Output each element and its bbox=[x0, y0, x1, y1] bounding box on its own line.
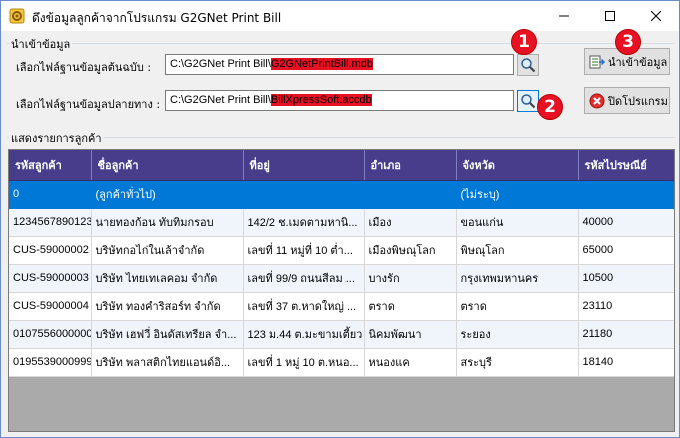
cell-district[interactable]: หนองแค bbox=[364, 348, 457, 377]
dest-path-prefix: C:\G2GNet Print Bill bbox=[170, 94, 268, 106]
column-header-address[interactable]: ที่อยู่ bbox=[243, 150, 365, 181]
cell-address[interactable] bbox=[243, 180, 365, 209]
cell-address[interactable]: 123 ม.44 ต.มะขามเตี้ยว bbox=[243, 320, 365, 349]
dest-file-label: เลือกไฟล์ฐานข้อมูลปลายทาง : bbox=[16, 98, 161, 111]
cell-customer-code[interactable]: 0107556000000 bbox=[9, 320, 92, 349]
minimize-button[interactable] bbox=[541, 1, 587, 31]
step-badge-2: 2 bbox=[537, 94, 563, 120]
cell-customer-code[interactable]: 0 bbox=[9, 180, 92, 209]
table-row[interactable]: CUS-59000003 บริษัท ไทยเทเลคอม จำกัด เลข… bbox=[9, 264, 674, 293]
dest-path-file: BillXpressSoft.accdb bbox=[270, 94, 372, 106]
table-row[interactable]: CUS-59000002 บริษัทกอไก่ในเล้าจำกัด เลขท… bbox=[9, 236, 674, 265]
browse-dest-button[interactable] bbox=[517, 90, 539, 112]
source-file-label: เลือกไฟล์ฐานข้อมูลต้นฉบับ : bbox=[16, 61, 152, 74]
cell-district[interactable]: เมือง bbox=[364, 208, 457, 237]
cell-customer-code[interactable]: 0195539000999 bbox=[9, 348, 92, 377]
customers-grid[interactable]: รหัสลูกค้า ชื่อลูกค้า ที่อยู่ อำเภอ จังห… bbox=[8, 149, 675, 432]
table-row[interactable]: CUS-59000004 บริษัท ทองคำริสอร์ท จำกัด เ… bbox=[9, 292, 674, 321]
import-group-label: นำเข้าข้อมูล bbox=[9, 35, 73, 53]
cell-customer-name[interactable]: บริษัทกอไก่ในเล้าจำกัด bbox=[91, 236, 244, 265]
cell-district[interactable]: เมืองพิษณุโลก bbox=[364, 236, 457, 265]
cell-address[interactable]: เลขที่ 99/9 ถนนสีลม ... bbox=[243, 264, 365, 293]
main-window: ดึงข้อมูลลูกค้าจากโปรแกรม G2GNet Print B… bbox=[0, 0, 680, 438]
cell-province[interactable]: ระยอง bbox=[456, 320, 579, 349]
customers-table: รหัสลูกค้า ชื่อลูกค้า ที่อยู่ อำเภอ จังห… bbox=[9, 150, 674, 377]
cell-postal-code[interactable]: 65000 bbox=[578, 236, 674, 265]
cell-postal-code[interactable] bbox=[578, 180, 674, 209]
column-header-customer-code[interactable]: รหัสลูกค้า bbox=[9, 150, 92, 181]
cell-province[interactable]: ขอนแก่น bbox=[456, 208, 579, 237]
cell-postal-code[interactable]: 40000 bbox=[578, 208, 674, 237]
table-row[interactable]: 0 (ลูกค้าทั่วไป) (ไม่ระบุ) bbox=[9, 180, 674, 209]
cell-district[interactable] bbox=[364, 180, 457, 209]
cell-address[interactable]: เลขที่ 11 หมู่ที่ 10 ต่ำ... bbox=[243, 236, 365, 265]
source-file-input[interactable]: C:\G2GNet Print Bill\G2GNetPrintBill.mdb bbox=[165, 54, 514, 75]
maximize-icon bbox=[605, 11, 615, 21]
step-badge-3: 3 bbox=[615, 29, 641, 55]
step-badge-1: 1 bbox=[511, 29, 537, 55]
column-header-customer-name[interactable]: ชื่อลูกค้า bbox=[91, 150, 244, 181]
cell-province[interactable]: (ไม่ระบุ) bbox=[456, 180, 579, 209]
table-row[interactable]: 1234567890123 นายทองก้อน ทับทิมกรอบ 142/… bbox=[9, 208, 674, 237]
column-header-district[interactable]: อำเภอ bbox=[364, 150, 457, 181]
customers-group-divider bbox=[7, 137, 675, 138]
cell-customer-name[interactable]: (ลูกค้าทั่วไป) bbox=[91, 180, 244, 209]
cell-customer-name[interactable]: บริษัท ทองคำริสอร์ท จำกัด bbox=[91, 292, 244, 321]
cell-customer-code[interactable]: CUS-59000003 bbox=[9, 264, 92, 293]
database-import-icon bbox=[589, 55, 605, 68]
header-row: รหัสลูกค้า ชื่อลูกค้า ที่อยู่ อำเภอ จังห… bbox=[9, 150, 674, 181]
minimize-icon bbox=[559, 15, 569, 17]
source-path-file: G2GNetPrintBill.mdb bbox=[270, 58, 373, 70]
cell-district[interactable]: ตราด bbox=[364, 292, 457, 321]
cell-customer-code[interactable]: CUS-59000004 bbox=[9, 292, 92, 321]
cell-customer-code[interactable]: CUS-59000002 bbox=[9, 236, 92, 265]
cell-province[interactable]: สระบุรี bbox=[456, 348, 579, 377]
column-header-province[interactable]: จังหวัด bbox=[456, 150, 579, 181]
cell-province[interactable]: ตราด bbox=[456, 292, 579, 321]
source-path-prefix: C:\G2GNet Print Bill bbox=[170, 58, 268, 70]
window-title: ดึงข้อมูลลูกค้าจากโปรแกรม G2GNet Print B… bbox=[32, 11, 282, 25]
dest-file-input[interactable]: C:\G2GNet Print Bill\BillXpressSoft.accd… bbox=[165, 90, 514, 111]
customers-group-label: แสดงรายการลูกค้า bbox=[9, 129, 104, 147]
table-row[interactable]: 0107556000000 บริษัท เฮฟวี่ อินดัสเทรียล… bbox=[9, 320, 674, 349]
magnifier-icon bbox=[521, 58, 536, 73]
import-group-divider bbox=[7, 43, 675, 44]
app-icon bbox=[9, 8, 25, 24]
cell-postal-code[interactable]: 18140 bbox=[578, 348, 674, 377]
cell-address[interactable]: เลขที่ 37 ต.หาดใหญ่ ... bbox=[243, 292, 365, 321]
maximize-button[interactable] bbox=[587, 1, 633, 31]
cell-customer-code[interactable]: 1234567890123 bbox=[9, 208, 92, 237]
cell-district[interactable]: บางรัก bbox=[364, 264, 457, 293]
import-data-label: นำเข้าข้อมูล bbox=[608, 55, 668, 69]
cell-customer-name[interactable]: บริษัท พลาสติกไทยแอนด์อิ... bbox=[91, 348, 244, 377]
cell-province[interactable]: พิษณุโลก bbox=[456, 236, 579, 265]
cell-customer-name[interactable]: บริษัท เฮฟวี่ อินดัสเทรียล จำ... bbox=[91, 320, 244, 349]
cell-address[interactable]: เลขที่ 1 หมู่ 10 ต.หนอ... bbox=[243, 348, 365, 377]
title-bar[interactable]: ดึงข้อมูลลูกค้าจากโปรแกรม G2GNet Print B… bbox=[1, 1, 679, 31]
cell-district[interactable]: นิคมพัฒนา bbox=[364, 320, 457, 349]
cell-customer-name[interactable]: บริษัท ไทยเทเลคอม จำกัด bbox=[91, 264, 244, 293]
close-circle-icon bbox=[589, 93, 605, 108]
browse-source-button[interactable] bbox=[517, 54, 539, 76]
magnifier-icon bbox=[521, 94, 536, 109]
table-row[interactable]: 0195539000999 บริษัท พลาสติกไทยแอนด์อิ..… bbox=[9, 348, 674, 377]
column-header-postal-code[interactable]: รหัสไปรษณีย์ bbox=[578, 150, 674, 181]
cell-customer-name[interactable]: นายทองก้อน ทับทิมกรอบ bbox=[91, 208, 244, 237]
close-program-label: ปิดโปรแกรม bbox=[608, 94, 668, 108]
cell-postal-code[interactable]: 23110 bbox=[578, 292, 674, 321]
cell-postal-code[interactable]: 21180 bbox=[578, 320, 674, 349]
cell-postal-code[interactable]: 10500 bbox=[578, 264, 674, 293]
close-icon bbox=[651, 11, 661, 21]
cell-address[interactable]: 142/2 ช.เมดตามหานิ... bbox=[243, 208, 365, 237]
close-program-button[interactable]: ปิดโปรแกรม bbox=[584, 87, 670, 114]
close-window-button[interactable] bbox=[633, 1, 679, 31]
cell-province[interactable]: กรุงเทพมหานคร bbox=[456, 264, 579, 293]
